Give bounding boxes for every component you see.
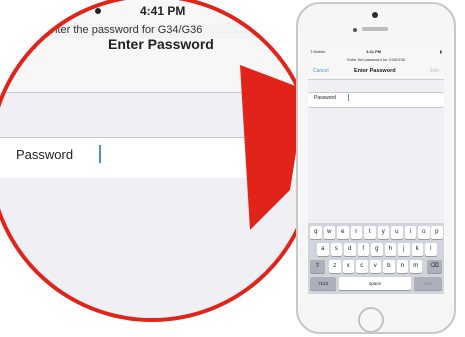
key-g[interactable]: g (371, 243, 383, 256)
key-w[interactable]: w (323, 226, 335, 239)
home-button[interactable] (358, 307, 384, 333)
password-prompt: Enter the password for G34/G36 (347, 57, 405, 62)
join-key[interactable]: Join (414, 277, 442, 290)
key-j[interactable]: j (398, 243, 410, 256)
cancel-button[interactable]: Cancel (313, 68, 329, 74)
numbers-key[interactable]: ?123 (310, 277, 336, 290)
password-label: Password (314, 95, 336, 101)
shift-key[interactable]: ⇧ (310, 260, 325, 273)
space-key[interactable]: space (339, 277, 411, 290)
carrier-label: T-Mobile (310, 49, 326, 54)
keyboard-row-3: ⇧ z x c v b n m ⌫ (308, 260, 444, 274)
key-f[interactable]: f (357, 243, 369, 256)
key-p[interactable]: p (431, 226, 443, 239)
key-c[interactable]: c (356, 260, 368, 273)
text-cursor (348, 94, 349, 101)
page-title: Enter Password (354, 68, 396, 74)
key-n[interactable]: n (396, 260, 408, 273)
key-q[interactable]: q (310, 226, 322, 239)
keyboard-row-4: ?123 space Join (308, 277, 444, 291)
camera-icon (372, 12, 378, 18)
key-t[interactable]: t (364, 226, 376, 239)
key-i[interactable]: i (404, 226, 416, 239)
key-z[interactable]: z (329, 260, 341, 273)
key-m[interactable]: m (410, 260, 422, 273)
keyboard-row-1: q w e r t y u i o p (308, 226, 444, 240)
sensor-icon (353, 28, 357, 32)
key-a[interactable]: a (317, 243, 329, 256)
key-s[interactable]: s (330, 243, 342, 256)
key-x[interactable]: x (342, 260, 354, 273)
phone-screen: T-Mobile 4:41 PM ▮ Enter the password fo… (308, 48, 444, 294)
battery-icon: ▮ (439, 49, 442, 54)
iphone-device: T-Mobile 4:41 PM ▮ Enter the password fo… (296, 2, 456, 334)
key-u[interactable]: u (391, 226, 403, 239)
key-d[interactable]: d (344, 243, 356, 256)
key-o[interactable]: o (418, 226, 430, 239)
join-button[interactable]: Join (430, 68, 439, 74)
keyboard: q w e r t y u i o p a s d f g h j k l ⇧ … (308, 223, 444, 294)
key-b[interactable]: b (383, 260, 395, 273)
key-k[interactable]: k (411, 243, 423, 256)
status-bar: T-Mobile 4:41 PM ▮ (308, 48, 444, 55)
backspace-key[interactable]: ⌫ (427, 260, 442, 273)
key-e[interactable]: e (337, 226, 349, 239)
status-time: 4:41 PM (366, 49, 382, 54)
speaker-icon (362, 27, 388, 31)
key-v[interactable]: v (369, 260, 381, 273)
key-l[interactable]: l (425, 243, 437, 256)
key-r[interactable]: r (350, 226, 362, 239)
keyboard-row-2: a s d f g h j k l (308, 243, 444, 257)
key-h[interactable]: h (384, 243, 396, 256)
key-y[interactable]: y (377, 226, 389, 239)
